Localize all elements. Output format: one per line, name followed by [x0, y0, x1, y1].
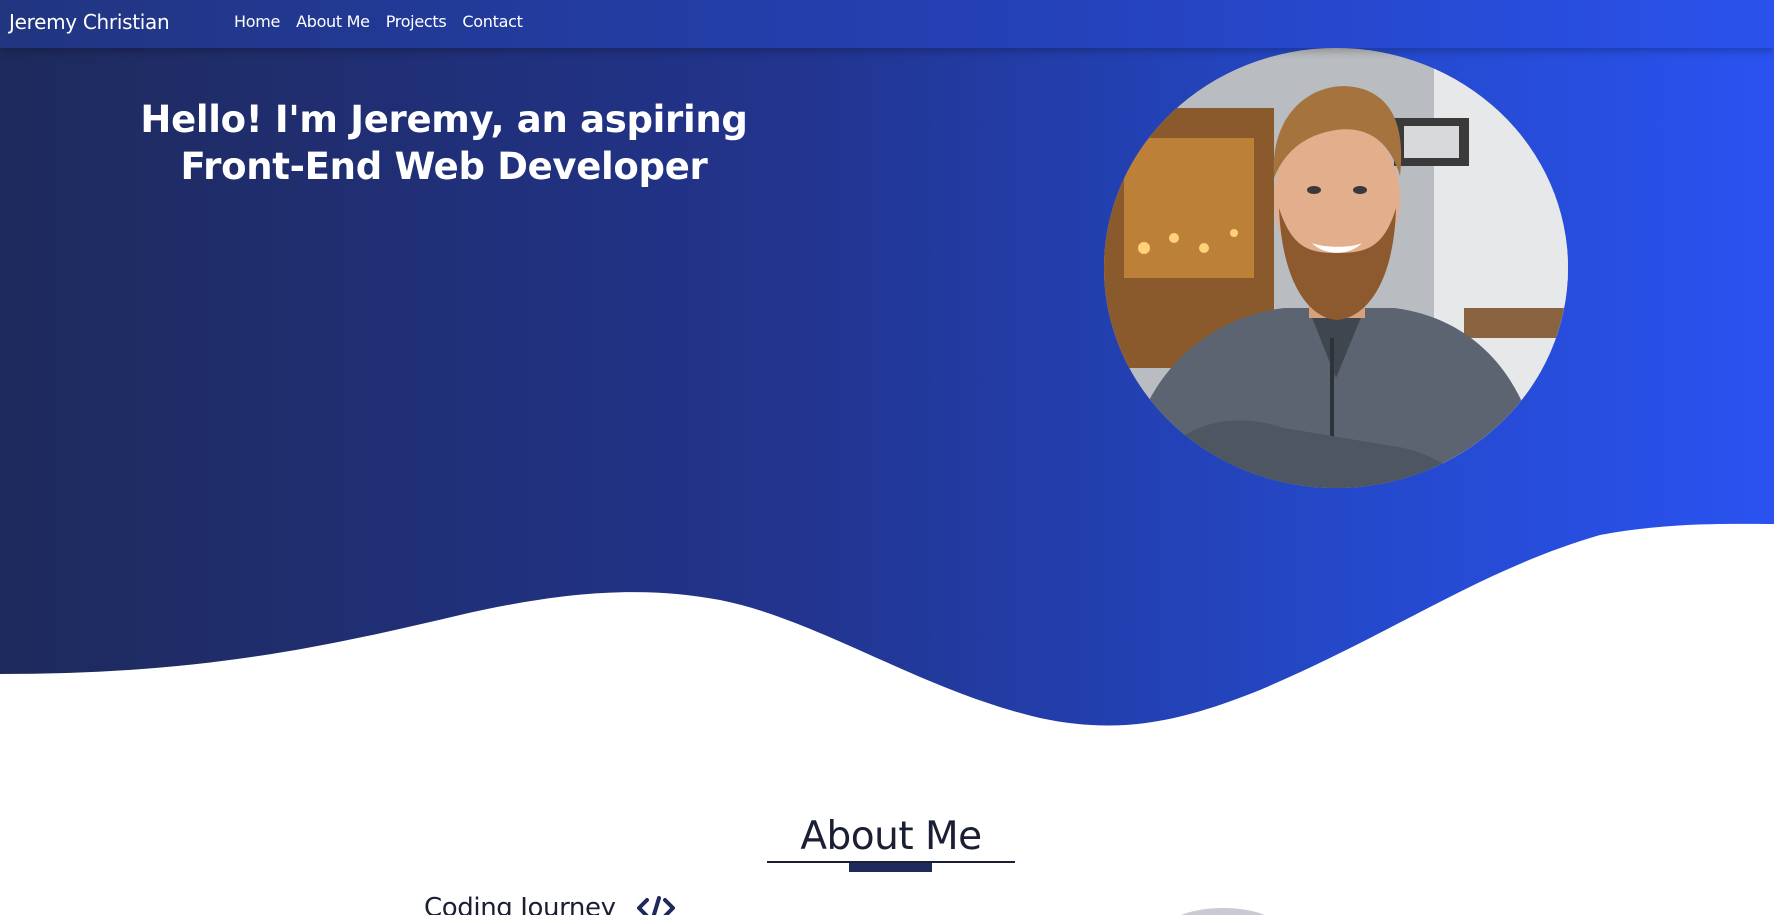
nav-projects-link[interactable]: Projects: [386, 12, 447, 31]
hero-title: Hello! I'm Jeremy, an aspiring Front-End…: [140, 98, 748, 188]
nav-contact-link[interactable]: Contact: [462, 12, 522, 31]
about-title-accent-bar: [849, 863, 932, 872]
navbar: Jeremy Christian Home About Me Projects …: [0, 0, 1774, 48]
nav-home-link[interactable]: Home: [234, 12, 280, 31]
nav-about-link[interactable]: About Me: [296, 12, 370, 31]
profile-photo: [1104, 48, 1568, 488]
profile-photo-illustration: [1104, 48, 1568, 488]
about-photo-partial: [1168, 908, 1278, 915]
nav-links: Home About Me Projects Contact: [234, 12, 523, 31]
code-icon: [637, 896, 675, 915]
coding-journey-heading: Coding Journey: [424, 893, 616, 915]
brand-logo[interactable]: Jeremy Christian: [9, 10, 170, 34]
about-title: About Me: [800, 814, 982, 859]
